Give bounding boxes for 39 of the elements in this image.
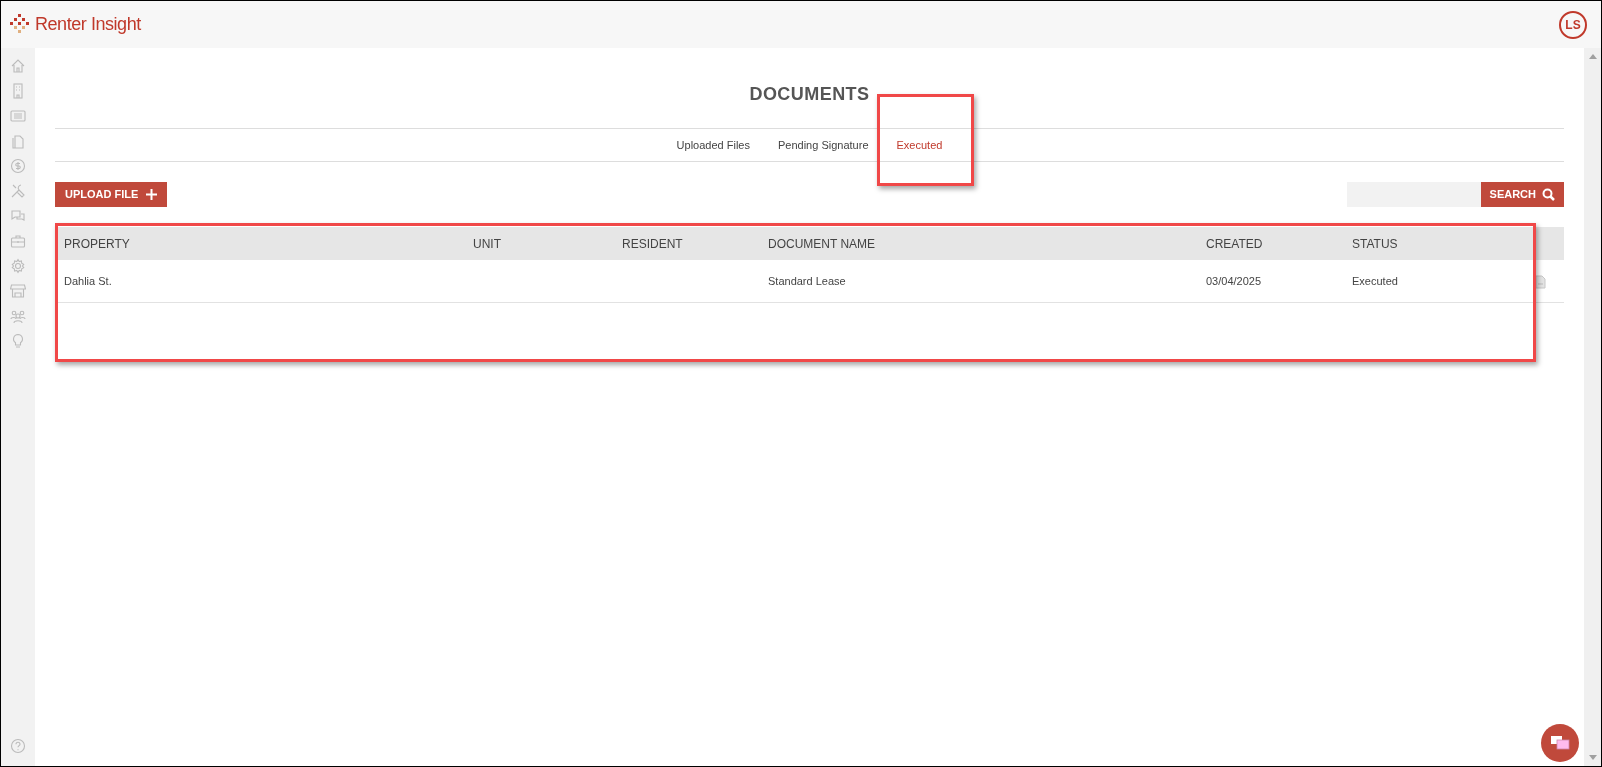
table-cell: Executed [1352, 274, 1398, 287]
tab[interactable]: Uploaded Files [664, 133, 762, 158]
user-avatar[interactable]: LS [1559, 10, 1587, 39]
people-icon[interactable] [10, 308, 26, 324]
column-header: PROPERTY [55, 227, 464, 260]
column-header: STATUS [1343, 227, 1493, 260]
chat-icon[interactable] [10, 208, 26, 224]
chat-button[interactable] [1541, 724, 1579, 762]
help-icon[interactable] [10, 738, 26, 754]
store-icon[interactable] [10, 283, 26, 299]
column-header: CREATED [1197, 227, 1343, 260]
table-cell: Dahlia St. [64, 274, 112, 287]
upload-file-button[interactable]: UPLOAD FILE [55, 182, 168, 207]
building-icon[interactable] [10, 83, 26, 99]
scroll-up-arrow-icon[interactable] [1588, 54, 1597, 59]
dollar-icon[interactable] [10, 158, 26, 174]
list-icon[interactable] [10, 108, 26, 124]
tools-icon[interactable] [10, 183, 26, 199]
home-icon[interactable] [10, 58, 26, 74]
search-icon [1542, 188, 1555, 201]
column-header: RESIDENT [613, 227, 759, 260]
plus-icon [146, 189, 158, 200]
document-icon[interactable] [1535, 274, 1546, 289]
table-cell: Standard Lease [768, 274, 846, 287]
briefcase-icon[interactable] [10, 233, 26, 249]
lightbulb-icon[interactable] [10, 333, 26, 349]
column-header: UNIT [464, 227, 613, 260]
tab[interactable]: Pending Signature [766, 133, 881, 158]
settings-icon[interactable] [10, 258, 26, 274]
page-title: DOCUMENTS [748, 83, 871, 106]
documents-icon[interactable] [10, 133, 26, 149]
logo-text[interactable]: Renter Insight [35, 11, 141, 38]
table-cell: 03/04/2025 [1206, 274, 1262, 287]
scroll-down-arrow-icon[interactable] [1588, 755, 1597, 760]
column-header: DOCUMENT NAME [759, 227, 1197, 260]
chat-bubbles-icon [1550, 735, 1570, 751]
search-button[interactable]: SEARCH [1480, 182, 1564, 207]
tab[interactable]: Executed [884, 133, 955, 158]
search-field[interactable] [1346, 182, 1481, 207]
